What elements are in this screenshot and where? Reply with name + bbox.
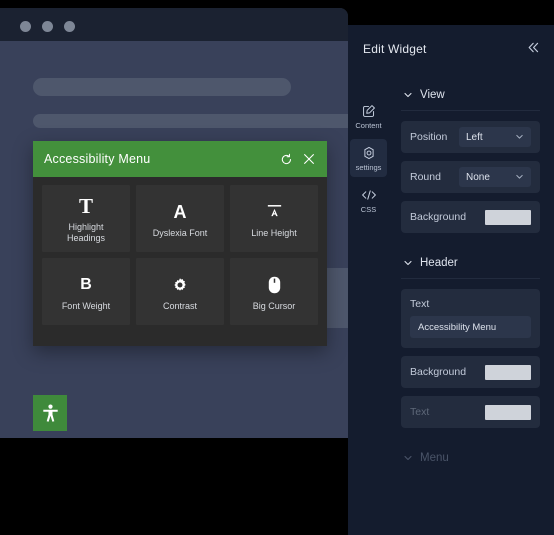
setting-label: Round [410,171,441,183]
setting-row-position: Position Left [401,121,540,153]
panel-header: Edit Widget [348,25,554,73]
chevron-down-icon [515,172,524,183]
setting-row-view-background: Background [401,201,540,233]
double-chevron-left-icon [528,42,538,52]
tile-line-height[interactable]: Line Height [230,185,318,252]
setting-row-header-text-color: Text [401,396,540,428]
accessibility-tile-grid: T Highlight Headings A Dyslexia Font Lin… [42,185,318,325]
tab-content[interactable]: Content [350,97,387,135]
chevron-down-icon [404,260,412,266]
reset-button[interactable] [279,152,293,166]
window-dot-close[interactable] [20,21,31,32]
select-value: Left [466,131,483,143]
section-title: Header [420,257,458,269]
tile-big-cursor[interactable]: Big Cursor [230,258,318,325]
screenshot-root: Accessibility Menu T Highlight Headings … [0,0,554,535]
section-divider [401,110,540,111]
setting-label: Text [410,298,430,310]
placeholder-bar-wide [33,78,291,96]
gear-icon [362,145,376,160]
window-dot-minimize[interactable] [42,21,53,32]
chevron-down-icon [404,92,412,98]
window-dot-maximize[interactable] [64,21,75,32]
widget-title: Accessibility Menu [44,152,151,166]
accessibility-menu-widget: Accessibility Menu T Highlight Headings … [33,141,327,346]
tile-label: Contrast [162,300,197,311]
tab-label: CSS [360,205,377,214]
panel-collapse-button[interactable] [524,38,542,56]
contrast-gear-icon [172,272,188,298]
tile-label: Line Height [251,227,297,238]
tab-label: settings [355,163,382,172]
tab-settings[interactable]: settings [350,139,387,177]
widget-body: T Highlight Headings A Dyslexia Font Lin… [33,177,327,334]
bold-B-icon: B [80,272,92,298]
section-divider [401,278,540,279]
section-title: View [420,89,445,101]
header-text-input[interactable] [410,316,531,338]
browser-titlebar [0,8,348,41]
section-title: Menu [420,452,449,464]
reset-circular-arrow-icon [281,153,291,164]
capital-A-icon: A [174,199,187,225]
tile-label: Dyslexia Font [152,227,208,238]
tab-label: Content [355,121,382,130]
tile-glyph: B [80,275,92,293]
view-background-color-swatch[interactable] [485,209,531,225]
chevron-down-icon [404,455,412,461]
accessibility-fab[interactable] [33,395,67,431]
chevron-down-icon [515,132,524,143]
tile-label: Big Cursor [252,300,296,311]
edit-widget-panel: Edit Widget Content settings CSS View Po… [348,25,554,535]
tile-font-weight[interactable]: B Font Weight [42,258,130,325]
setting-label: Background [410,366,467,378]
section-header-header[interactable]: Header [401,241,540,278]
close-x-icon [304,154,314,164]
setting-label: Position [410,131,448,143]
line-height-icon [265,199,284,225]
mouse-cursor-icon [267,272,282,298]
placeholder-bar-narrow [33,114,348,128]
setting-row-header-text: Text [401,289,540,348]
widget-header: Accessibility Menu [33,141,327,177]
panel-title: Edit Widget [363,42,427,56]
section-header-menu[interactable]: Menu [401,436,540,473]
settings-pane: View Position Left Round None Background… [389,73,554,535]
capital-T-serif-icon: T [79,193,93,219]
setting-label: Text [410,406,430,418]
edit-square-pencil-icon [362,103,376,118]
section-header-view[interactable]: View [401,73,540,110]
setting-row-header-background: Background [401,356,540,388]
position-select[interactable]: Left [459,127,531,147]
tile-highlight-headings[interactable]: T Highlight Headings [42,185,130,252]
widget-header-actions [279,152,316,166]
setting-row-round: Round None [401,161,540,193]
tile-label: Font Weight [61,300,111,311]
accessibility-person-icon [42,404,59,423]
round-select[interactable]: None [459,167,531,187]
code-brackets-icon [361,187,377,202]
header-background-color-swatch[interactable] [485,364,531,380]
header-text-color-swatch[interactable] [485,404,531,420]
setting-label: Background [410,211,467,223]
select-value: None [466,171,490,183]
tile-dyslexia-font[interactable]: A Dyslexia Font [136,185,224,252]
tile-glyph: A [173,201,187,222]
tab-css[interactable]: CSS [350,181,387,219]
panel-tab-rail: Content settings CSS [348,73,389,535]
tile-glyph: T [78,193,93,218]
close-button[interactable] [302,152,316,166]
tile-contrast[interactable]: Contrast [136,258,224,325]
tile-label: Highlight Headings [66,222,106,243]
